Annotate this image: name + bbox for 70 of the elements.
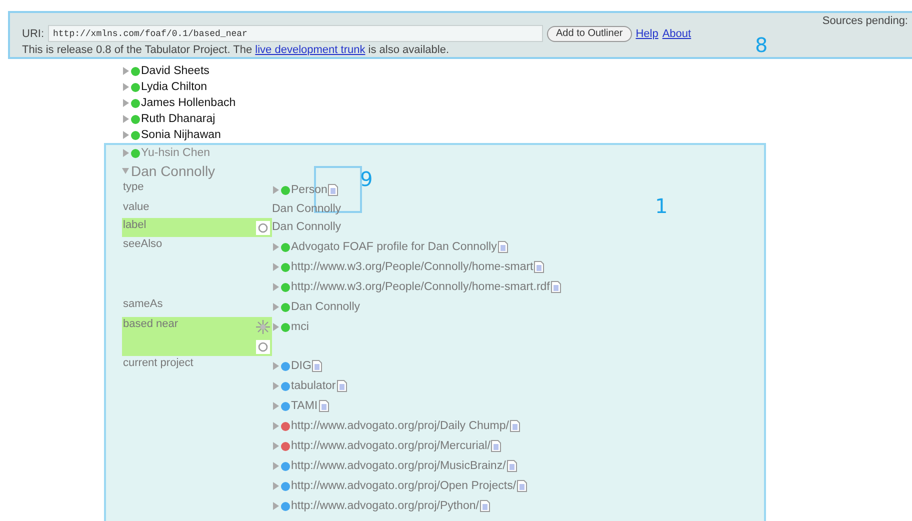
document-icon[interactable] [534, 261, 544, 273]
property-label[interactable]: value [122, 200, 272, 218]
node-link[interactable]: DIG [291, 360, 312, 372]
document-icon[interactable] [480, 500, 490, 512]
crosshair-icon[interactable] [256, 320, 270, 334]
uri-field[interactable]: http://xmlns.com/foaf/0.1/based_near [48, 25, 543, 42]
property-label[interactable]: seeAlso [122, 237, 272, 297]
expand-triangle-icon[interactable] [122, 149, 129, 157]
property-label[interactable]: type [122, 180, 272, 200]
node-link[interactable]: http://www.advogato.org/proj/Open Projects/ [291, 480, 516, 492]
document-icon[interactable] [517, 480, 528, 492]
document-icon[interactable] [498, 241, 508, 253]
person-name[interactable]: Sonia Nijhawan [141, 129, 221, 141]
add-to-outliner-button[interactable]: Add to Outliner [547, 26, 632, 42]
property-label[interactable]: based near [122, 317, 272, 356]
document-icon[interactable] [550, 281, 561, 293]
document-icon[interactable] [328, 184, 338, 196]
expand-triangle-icon[interactable] [272, 323, 279, 331]
document-icon[interactable] [312, 360, 322, 372]
node-link[interactable]: http://www.advogato.org/proj/MusicBrainz/ [291, 460, 506, 472]
subject-title[interactable]: Dan Connolly [131, 163, 216, 179]
document-icon[interactable] [318, 400, 329, 412]
node-link[interactable]: http://www.advogato.org/proj/Python/ [291, 500, 479, 512]
person-name[interactable]: James Hollenbach [141, 97, 236, 109]
expand-triangle-icon[interactable] [272, 243, 279, 251]
expand-triangle-icon[interactable] [272, 482, 279, 490]
expand-triangle-icon[interactable] [272, 402, 279, 410]
header-link[interactable]: Help [636, 28, 658, 40]
annotation-number: 8 [755, 33, 768, 57]
expand-triangle-icon[interactable] [272, 362, 279, 370]
person-name[interactable]: Ruth Dhanaraj [141, 113, 216, 125]
node-link[interactable]: http://www.advogato.org/proj/Mercurial/ [291, 440, 490, 452]
annotation-number: 1 [655, 194, 668, 218]
person-name[interactable]: Lydia Chilton [141, 81, 208, 93]
node-link[interactable]: tabulator [291, 380, 336, 392]
expand-triangle-icon[interactable] [272, 422, 279, 430]
property-label[interactable]: current project [122, 356, 272, 516]
node-link[interactable]: http://www.w3.org/People/Connolly/home-smart.rdf [291, 281, 550, 293]
literal-value: Dan Connolly [272, 220, 342, 232]
property-label[interactable]: label [122, 218, 272, 237]
node-link[interactable]: http://www.w3.org/People/Connolly/home-smart [291, 261, 534, 273]
uri-label: URI: [22, 28, 44, 40]
expand-triangle-icon[interactable] [272, 502, 279, 510]
expand-triangle-icon[interactable] [272, 462, 279, 470]
person-name[interactable]: Yu-hsin Chen [141, 147, 210, 159]
expand-triangle-icon[interactable] [272, 382, 279, 390]
trunk-link[interactable]: live development trunk [255, 44, 366, 56]
document-icon[interactable] [336, 380, 347, 392]
expand-triangle-icon[interactable] [272, 263, 279, 271]
document-icon[interactable] [491, 440, 502, 452]
node-link[interactable]: mci [291, 321, 309, 333]
expand-triangle-icon[interactable] [272, 303, 279, 311]
property-label[interactable]: sameAs [122, 297, 272, 317]
refresh-icon[interactable] [256, 340, 270, 354]
node-link[interactable]: Advogato FOAF profile for Dan Connolly [291, 241, 497, 253]
expand-triangle-icon[interactable] [272, 442, 279, 450]
node-link[interactable]: TAMI [291, 400, 318, 412]
person-name[interactable]: David Sheets [141, 65, 210, 77]
annotation-number: 9 [360, 167, 373, 191]
expand-triangle-icon[interactable] [272, 186, 279, 194]
document-icon[interactable] [506, 460, 517, 472]
node-link[interactable]: Dan Connolly [291, 301, 360, 313]
release-text: This is release 0.8 of the Tabulator Project. The live development trunk is also available. [22, 44, 450, 56]
refresh-icon[interactable] [256, 221, 270, 235]
expand-triangle-icon[interactable] [272, 283, 279, 291]
header-link[interactable]: About [662, 28, 692, 40]
sources-pending-text: Sources pending: [822, 15, 908, 27]
expanded-triangle-icon[interactable] [122, 167, 129, 175]
node-link[interactable]: http://www.advogato.org/proj/Daily Chump/ [291, 420, 509, 432]
document-icon[interactable] [510, 420, 520, 432]
